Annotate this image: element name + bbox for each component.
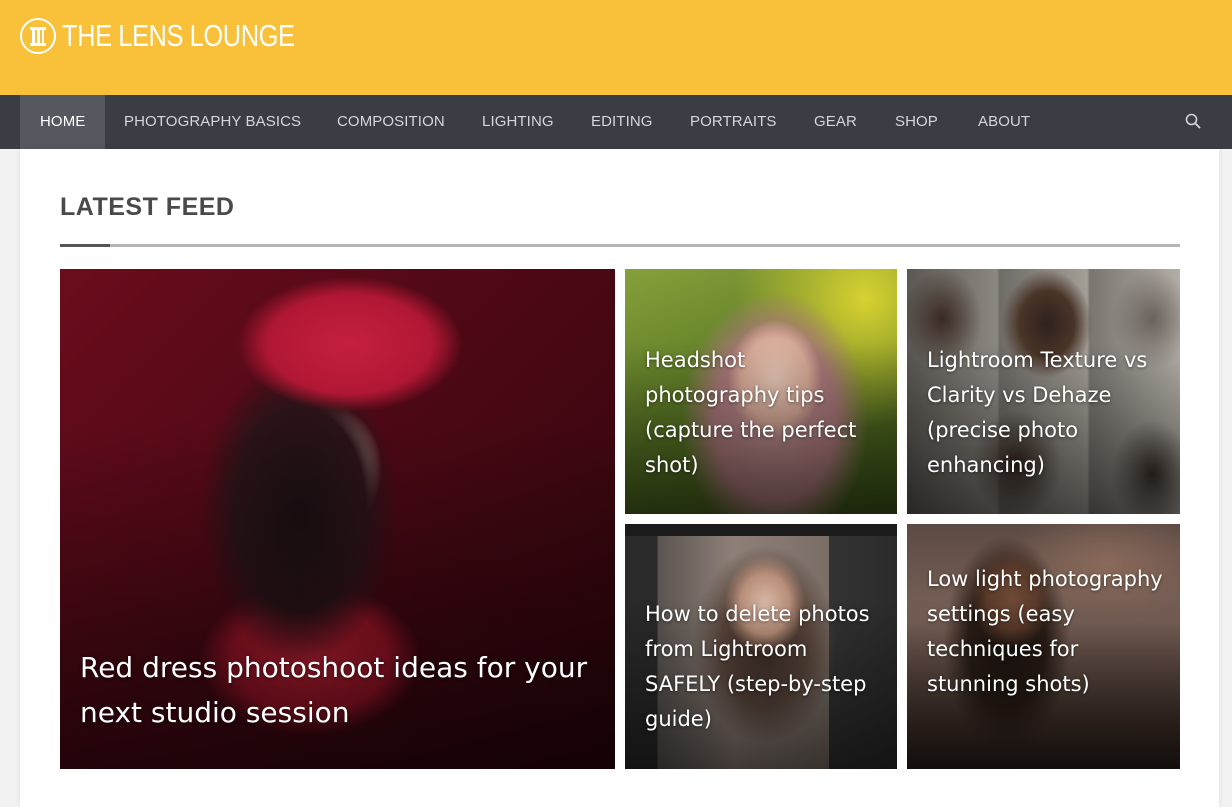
feed-card[interactable]: Headshot photography tips (capture the p… — [625, 269, 897, 514]
title-divider-accent — [60, 244, 110, 247]
feed-card-featured[interactable]: Red dress photoshoot ideas for your next… — [60, 269, 615, 769]
lens-lounge-logo-icon — [20, 18, 56, 54]
search-icon — [1185, 113, 1201, 132]
nav-item-home[interactable]: HOME — [20, 95, 106, 149]
feed-card[interactable]: How to delete photos from Lightroom SAFE… — [625, 524, 897, 769]
card-title: How to delete photos from Lightroom SAFE… — [645, 602, 870, 731]
site-logo[interactable]: THE LENS LOUNGE — [20, 16, 346, 56]
nav-item-photography-basics[interactable]: PHOTOGRAPHY BASICS — [104, 95, 321, 149]
nav-item-about[interactable]: ABOUT — [958, 95, 1050, 149]
nav-item-composition[interactable]: COMPOSITION — [317, 95, 465, 149]
card-title: Red dress photoshoot ideas for your next… — [80, 651, 588, 729]
nav-item-gear[interactable]: GEAR — [794, 95, 877, 149]
site-name: THE LENS LOUNGE — [62, 18, 295, 53]
nav-item-lighting[interactable]: LIGHTING — [462, 95, 574, 149]
card-title: Headshot photography tips (capture the p… — [645, 348, 857, 477]
feed-card[interactable]: Lightroom Texture vs Clarity vs Dehaze (… — [907, 269, 1180, 514]
title-divider — [60, 244, 1180, 247]
nav-item-shop[interactable]: SHOP — [875, 95, 958, 149]
nav-item-portraits[interactable]: PORTRAITS — [670, 95, 796, 149]
main-nav: HOME PHOTOGRAPHY BASICS COMPOSITION LIGH… — [0, 95, 1232, 149]
site-header: THE LENS LOUNGE — [0, 0, 1232, 95]
feed-card[interactable]: Low light photography settings (easy tec… — [907, 524, 1180, 769]
search-button[interactable] — [1180, 109, 1206, 135]
main-content: LATEST FEED Red dress photoshoot ideas f… — [20, 149, 1219, 807]
section-title: LATEST FEED — [60, 193, 235, 221]
card-title: Low light photography settings (easy tec… — [927, 567, 1163, 696]
card-title: Lightroom Texture vs Clarity vs Dehaze (… — [927, 348, 1148, 477]
nav-item-editing[interactable]: EDITING — [571, 95, 673, 149]
